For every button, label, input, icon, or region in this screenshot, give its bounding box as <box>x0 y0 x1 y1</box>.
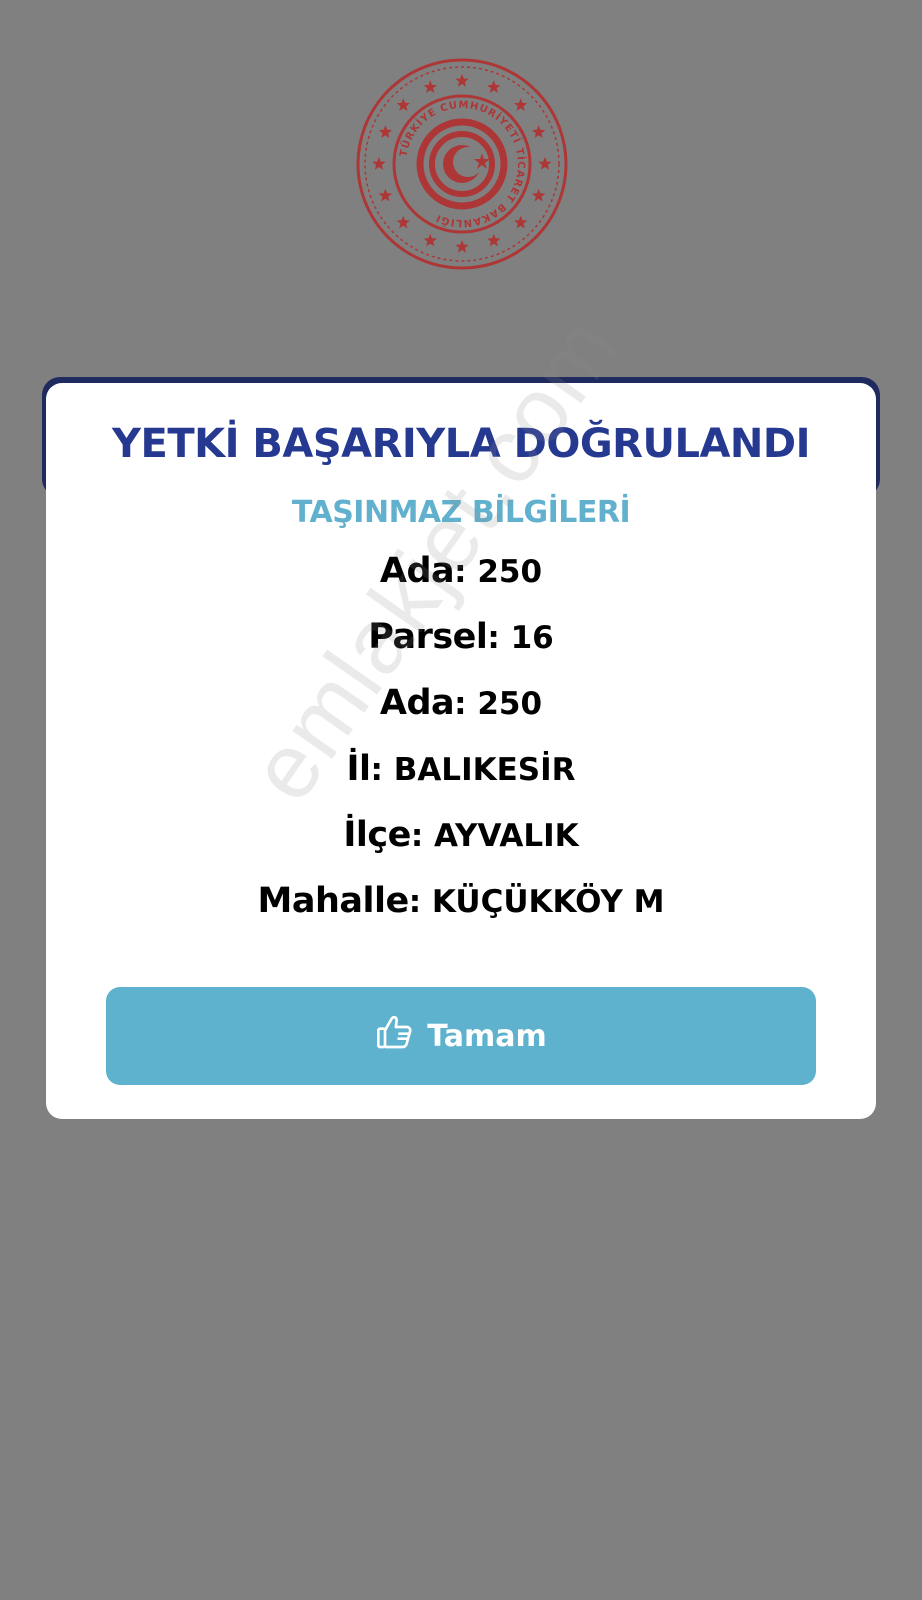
ok-button-label: Tamam <box>427 1018 547 1054</box>
seal-star-icon <box>455 240 469 253</box>
info-value: : BALIKESİR <box>370 752 576 788</box>
info-value: : AYVALIK <box>410 818 579 854</box>
ok-button[interactable]: Tamam <box>106 987 816 1085</box>
info-row-ada-2: Ada: 250 <box>46 683 876 723</box>
info-row-ada: Ada: 250 <box>46 551 876 591</box>
info-label: Mahalle <box>257 881 410 921</box>
dialog-title: YETKİ BAŞARIYLA DOĞRULANDI <box>112 421 810 467</box>
info-label: Parsel <box>368 617 488 657</box>
seal-star-icon <box>538 157 552 170</box>
info-row-mahalle: Mahalle: KÜÇÜKKÖY M <box>46 881 876 921</box>
info-value: : 16 <box>487 620 554 656</box>
thumbs-up-icon <box>375 1012 415 1060</box>
info-label: İl <box>346 749 371 789</box>
seal-star-icon <box>423 80 437 93</box>
seal-star-icon <box>532 125 546 138</box>
verification-dialog: YETKİ BAŞARIYLA DOĞRULANDI TAŞINMAZ BİLG… <box>46 383 876 1119</box>
dialog-subtitle: TAŞINMAZ BİLGİLERİ <box>291 495 631 530</box>
seal-star-icon <box>396 98 410 111</box>
info-value: : KÜÇÜKKÖY M <box>408 884 665 920</box>
info-label: Ada <box>379 683 455 723</box>
seal-star-icon <box>378 125 392 138</box>
info-label: İlçe <box>343 815 411 855</box>
seal-star-icon <box>423 233 437 247</box>
seal-star-icon <box>514 215 528 229</box>
seal-star-icon <box>514 98 528 111</box>
seal-star-icon <box>487 80 501 93</box>
info-value: : 250 <box>454 554 543 590</box>
info-row-ilce: İlçe: AYVALIK <box>46 815 876 855</box>
ministry-seal-icon: TÜRKİYE CUMHURİYETİ TİCARET BAKANLIĞI <box>356 58 568 270</box>
info-value: : 250 <box>454 686 543 722</box>
info-row-il: İl: BALIKESİR <box>46 749 876 789</box>
info-label: Ada <box>379 551 455 591</box>
seal-star-icon <box>372 157 386 170</box>
seal-star-icon <box>378 188 392 202</box>
info-row-parsel: Parsel: 16 <box>46 617 876 657</box>
seal-star-icon <box>396 215 410 229</box>
seal-star-icon <box>532 188 546 202</box>
seal-star-icon <box>455 74 469 87</box>
seal-star-icon <box>487 233 501 247</box>
